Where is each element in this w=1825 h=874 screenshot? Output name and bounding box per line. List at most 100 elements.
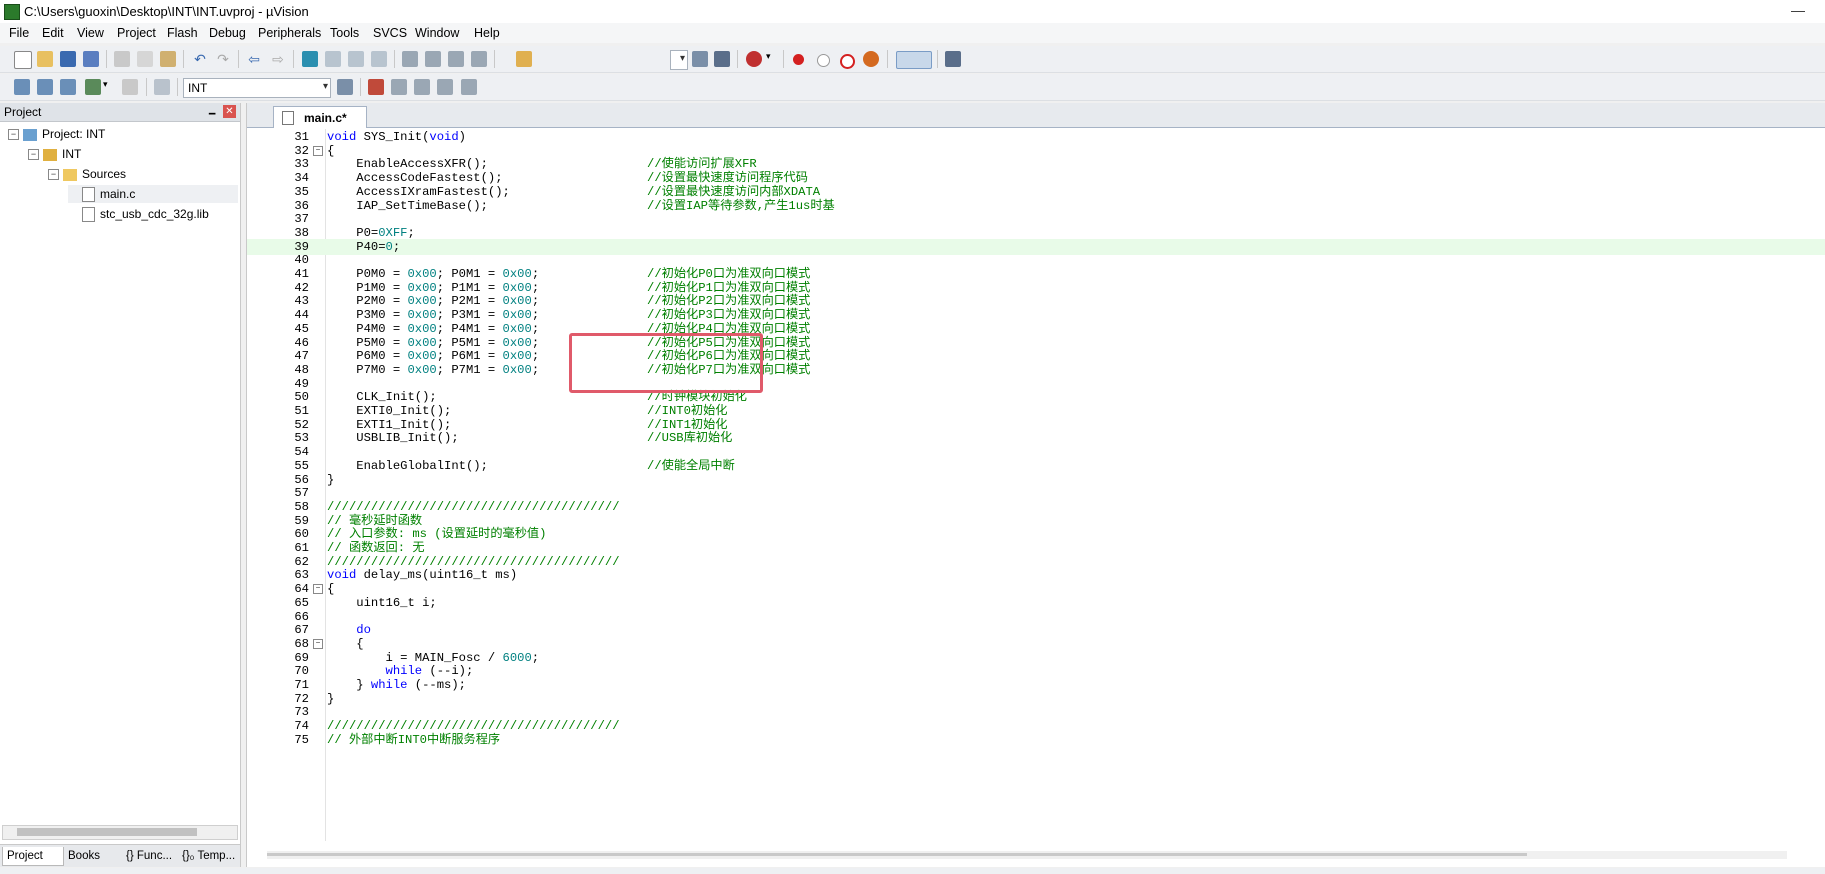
undo-icon[interactable]: ↶ [192,51,208,67]
editor-tab-strip: main.c* [247,103,1825,128]
fold-toggle-icon[interactable]: − [313,145,323,156]
comment-icon[interactable] [448,51,464,67]
pin-icon[interactable]: 🗕 [208,104,216,123]
folder-icon [63,168,77,181]
navigate-back-icon[interactable]: ⇦ [246,51,262,67]
menu-file[interactable]: File [9,26,29,40]
save-icon[interactable] [60,51,76,67]
editor-hscrollbar[interactable] [267,851,1787,859]
tab-templates[interactable]: {}₀ Temp... [178,847,240,865]
tree-item-target[interactable]: − INT [28,145,81,163]
collapse-icon[interactable]: − [48,169,59,181]
standard-toolbar: ↶ ↷ ⇦ ⇨ ▾ ▾ [0,46,1825,73]
highlight-box [569,333,763,393]
menu-edit[interactable]: Edit [42,26,64,40]
tab-project[interactable]: Project [2,847,64,866]
minimize-icon[interactable]: — [1791,2,1805,18]
window-layout-icon[interactable] [896,51,932,69]
project-panel: Project 🗕 ✕ − Project: INT − INT − Sources … [0,103,241,867]
menu-help[interactable]: Help [474,26,500,40]
manage-project-items-icon[interactable] [368,79,384,95]
file-icon [82,187,95,203]
rebuild-icon[interactable] [60,79,76,95]
load-download-icon[interactable] [154,79,170,95]
copy-icon[interactable] [137,51,153,67]
indent-icon[interactable] [402,51,418,67]
tab-books[interactable]: Books [64,847,122,865]
uncomment-icon[interactable] [471,51,487,67]
collapse-icon[interactable]: − [8,129,19,141]
target-select-value: INT [188,81,208,95]
tab-functions[interactable]: {} Func... [122,847,180,865]
menu-tools[interactable]: Tools [330,26,359,40]
title-bar: C:\Users\guoxin\Desktop\INT\INT.uvproj -… [0,0,1825,23]
menu-window[interactable]: Window [415,26,459,40]
menu-svcs[interactable]: SVCS [373,26,407,40]
enable-breakpoint-icon[interactable] [817,54,830,67]
translate-icon[interactable] [14,79,30,95]
target-icon [43,148,57,161]
paste-icon[interactable] [160,51,176,67]
configure-icon[interactable] [945,51,961,67]
menu-debug[interactable]: Debug [209,26,246,40]
build-toolbar: ▾ INT ▾ [0,74,1825,101]
next-bookmark-icon[interactable] [348,51,364,67]
open-file-icon[interactable] [37,51,53,67]
close-panel-icon[interactable]: ✕ [223,105,236,118]
manage-rte-icon[interactable] [414,79,430,95]
tree-item-project[interactable]: − Project: INT [8,125,105,143]
code-area[interactable]: 31 void SYS_Init(void) 32−{33 EnableAccess… [247,129,1825,841]
select-software-packs-icon[interactable] [461,79,477,95]
build-icon[interactable] [37,79,53,95]
project-panel-header: Project 🗕 ✕ [0,103,240,122]
menu-bar: File Edit View Project Flash Debug Perip… [0,23,1825,43]
tree-item-lib[interactable]: stc_usb_cdc_32g.lib [68,205,209,223]
menu-peripherals[interactable]: Peripherals [258,26,321,40]
new-file-icon[interactable] [14,51,32,69]
project-bottom-tabs: Project Books {} Func... {}₀ Temp... [0,844,240,867]
find-icon[interactable] [692,51,708,67]
tree-item-main-c[interactable]: main.c [68,185,238,203]
stop-build-icon[interactable] [122,79,138,95]
target-options-icon[interactable] [337,79,353,95]
save-all-icon[interactable] [83,51,99,67]
file-icon [82,207,95,223]
collapse-icon[interactable]: − [28,149,39,161]
incremental-find-icon[interactable] [714,51,730,67]
tab-main-c[interactable]: main.c* [273,106,367,128]
redo-icon[interactable]: ↷ [215,51,231,67]
menu-project[interactable]: Project [117,26,156,40]
debug-dropdown-icon[interactable]: ▾ [766,51,782,67]
project-hscrollbar[interactable] [2,825,238,840]
fold-toggle-icon[interactable]: − [313,638,323,649]
uvision-app-icon [4,4,20,20]
code-line[interactable]: 75 // 外部中断INT0中断服务程序 [247,732,1825,748]
batch-build-icon[interactable] [85,79,101,95]
batch-dropdown-icon[interactable]: ▾ [103,79,119,95]
cut-icon[interactable] [114,51,130,67]
tab-main-c-label: main.c* [304,111,347,125]
pack-installer-icon[interactable] [437,79,453,95]
find-combo-dropdown[interactable]: ▾ [670,50,688,70]
status-bar [0,868,1825,874]
tree-item-sources[interactable]: − Sources [48,165,126,183]
project-panel-title: Project [4,105,42,119]
fold-toggle-icon[interactable]: − [313,584,323,595]
editor-pane: main.c* 31 void SYS_Init(void) 32−{33 Enab… [246,103,1825,867]
target-select[interactable]: INT ▾ [183,78,331,98]
disable-breakpoints-icon[interactable] [840,54,855,69]
insert-breakpoint-icon[interactable] [793,54,804,65]
unindent-icon[interactable] [425,51,441,67]
find-in-files-icon[interactable] [516,51,532,67]
bookmark-icon[interactable] [302,51,318,67]
file-icon [282,111,294,125]
menu-view[interactable]: View [77,26,104,40]
navigate-forward-icon[interactable]: ⇨ [270,51,286,67]
kill-breakpoints-icon[interactable] [863,51,879,67]
prev-bookmark-icon[interactable] [325,51,341,67]
window-title: C:\Users\guoxin\Desktop\INT\INT.uvproj -… [24,4,309,19]
select-packs-icon[interactable] [391,79,407,95]
menu-flash[interactable]: Flash [167,26,198,40]
clear-bookmarks-icon[interactable] [371,51,387,67]
debug-session-icon[interactable] [746,51,762,67]
